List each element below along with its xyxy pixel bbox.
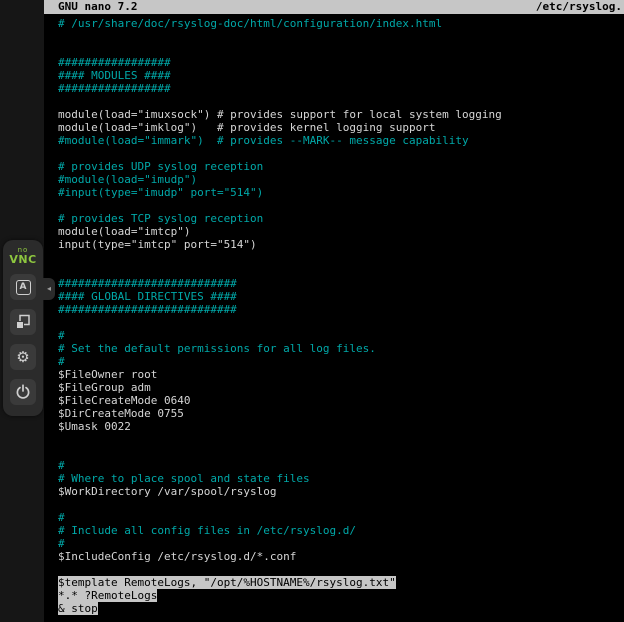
gear-icon: ⚙ — [16, 350, 29, 365]
fullscreen-icon — [15, 314, 31, 330]
editor-line: ################# — [58, 56, 624, 69]
editor-line: $DirCreateMode 0755 — [58, 407, 624, 420]
editor-line: module(load="imtcp") — [58, 225, 624, 238]
editor-line — [58, 199, 624, 212]
editor-line: # — [58, 355, 624, 368]
editor-line: & stop — [58, 602, 624, 615]
editor-line: # — [58, 329, 624, 342]
nano-filename-label: /etc/rsyslog. — [536, 0, 622, 14]
editor-line: *.* ?RemoteLogs — [58, 589, 624, 602]
editor-line — [58, 498, 624, 511]
editor-line — [58, 251, 624, 264]
editor-line: $IncludeConfig /etc/rsyslog.d/*.conf — [58, 550, 624, 563]
editor-line: # provides UDP syslog reception — [58, 160, 624, 173]
editor-line: $FileCreateMode 0640 — [58, 394, 624, 407]
editor-line: # provides TCP syslog reception — [58, 212, 624, 225]
terminal-window[interactable]: GNU nano 7.2 /etc/rsyslog. # /usr/share/… — [44, 0, 624, 622]
editor-line: ########################### — [58, 303, 624, 316]
editor-line: #module(load="imudp") — [58, 173, 624, 186]
editor-line: ########################### — [58, 277, 624, 290]
editor-line: # — [58, 459, 624, 472]
editor-line — [58, 147, 624, 160]
editor-line: #input(type="imudp" port="514") — [58, 186, 624, 199]
editor-line: input(type="imtcp" port="514") — [58, 238, 624, 251]
editor-line — [58, 433, 624, 446]
editor-content[interactable]: # /usr/share/doc/rsyslog-doc/html/config… — [44, 14, 624, 615]
editor-line: $Umask 0022 — [58, 420, 624, 433]
editor-line: $FileGroup adm — [58, 381, 624, 394]
vnc-control-panel: no VNC A ⚙ — [3, 240, 43, 416]
editor-line — [58, 30, 624, 43]
editor-line — [58, 95, 624, 108]
editor-line: #module(load="immark") # provides --MARK… — [58, 134, 624, 147]
editor-line — [58, 264, 624, 277]
power-button[interactable] — [10, 379, 36, 405]
editor-line: module(load="imuxsock") # provides suppo… — [58, 108, 624, 121]
editor-line — [58, 446, 624, 459]
nano-titlebar: GNU nano 7.2 /etc/rsyslog. — [44, 0, 624, 14]
editor-line: # — [58, 511, 624, 524]
keyboard-button[interactable]: A — [10, 274, 36, 300]
editor-line — [58, 43, 624, 56]
editor-line: # Set the default permissions for all lo… — [58, 342, 624, 355]
editor-line: module(load="imklog") # provides kernel … — [58, 121, 624, 134]
nano-version-label: GNU nano 7.2 — [58, 0, 137, 14]
panel-collapse-handle[interactable]: ◂ — [43, 278, 55, 300]
editor-line: #### GLOBAL DIRECTIVES #### — [58, 290, 624, 303]
editor-line: $WorkDirectory /var/spool/rsyslog — [58, 485, 624, 498]
editor-line: # — [58, 537, 624, 550]
editor-line: # /usr/share/doc/rsyslog-doc/html/config… — [58, 17, 624, 30]
editor-line — [58, 563, 624, 576]
editor-line: # Where to place spool and state files — [58, 472, 624, 485]
editor-line: $FileOwner root — [58, 368, 624, 381]
editor-line: #### MODULES #### — [58, 69, 624, 82]
fullscreen-button[interactable] — [10, 309, 36, 335]
novnc-logo: no VNC — [9, 247, 36, 265]
editor-line: $template RemoteLogs, "/opt/%HOSTNAME%/r… — [58, 576, 624, 589]
power-icon — [15, 384, 31, 400]
novnc-logo-text: VNC — [9, 254, 36, 265]
editor-line: # Include all config files in /etc/rsysl… — [58, 524, 624, 537]
settings-button[interactable]: ⚙ — [10, 344, 36, 370]
editor-line — [58, 316, 624, 329]
chevron-left-icon: ◂ — [47, 284, 51, 293]
keyboard-icon: A — [16, 280, 31, 295]
editor-line: ################# — [58, 82, 624, 95]
